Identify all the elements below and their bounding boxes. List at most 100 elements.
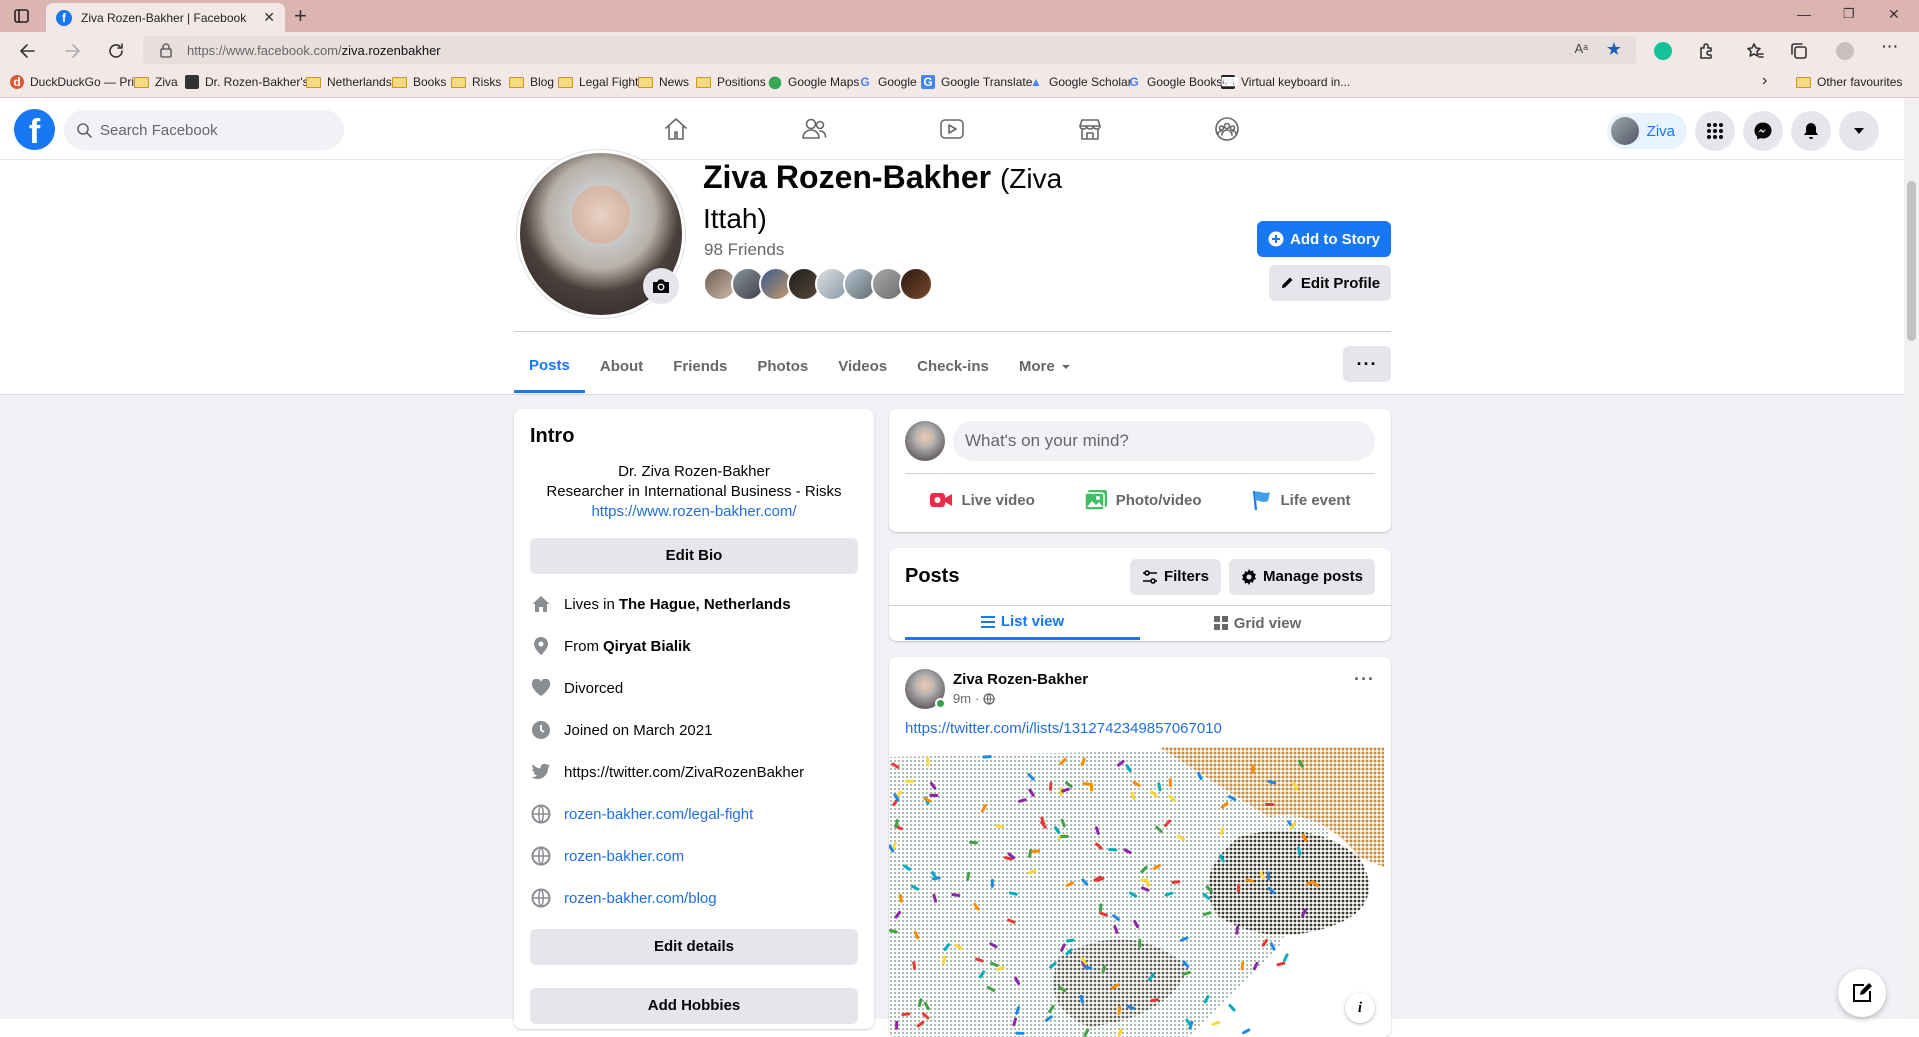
twitter-link[interactable]: https://twitter.com/ZivaRozenBakher <box>564 764 804 781</box>
page-scrollbar[interactable] <box>1904 98 1919 1019</box>
bookmark-label: Google Books <box>1147 75 1223 89</box>
notifications-bell-icon[interactable] <box>1791 111 1831 151</box>
avatar[interactable] <box>905 421 945 461</box>
post-image[interactable] <box>889 747 1391 1037</box>
camera-icon[interactable] <box>643 268 679 304</box>
forward-icon[interactable] <box>62 41 82 61</box>
tab-check-ins[interactable]: Check-ins <box>902 340 1004 393</box>
website-link[interactable]: rozen-bakher.com <box>564 848 684 865</box>
bookmark-item[interactable]: Dr. Rozen-Bakher's... <box>185 75 319 89</box>
home-icon[interactable] <box>662 115 690 143</box>
close-window-icon[interactable]: ✕ <box>1888 6 1900 23</box>
grid-icon <box>1213 616 1228 630</box>
url-field[interactable]: https://www.facebook.com/ziva.rozenbakhe… <box>143 36 1636 64</box>
list-view-tab[interactable]: List view <box>905 606 1140 640</box>
menu-grid-icon[interactable] <box>1695 111 1735 151</box>
watch-icon[interactable] <box>938 115 966 143</box>
browser-tab-bar: f Ziva Rozen-Bakher | Facebook ✕ + — ❐ ✕ <box>0 0 1919 32</box>
tab-actions-icon[interactable] <box>13 8 31 24</box>
bookmark-item[interactable]: G Google Translate <box>921 75 1032 89</box>
post-author[interactable]: Ziva Rozen-Bakher <box>953 671 1088 688</box>
bookmark-item[interactable]: News <box>638 75 689 89</box>
bookmark-item[interactable]: Risks <box>451 75 501 89</box>
bookmark-label: Netherlands <box>327 75 392 89</box>
account-dropdown-icon[interactable] <box>1839 111 1879 151</box>
edit-details-button[interactable]: Edit details <box>530 929 858 965</box>
browser-tab-active[interactable]: f Ziva Rozen-Bakher | Facebook ✕ <box>46 3 285 32</box>
favorite-star-icon[interactable]: ★ <box>1606 39 1622 60</box>
folder-icon <box>696 76 711 88</box>
extensions-icon[interactable] <box>1698 42 1716 60</box>
live-video-button[interactable]: Live video <box>919 480 1044 520</box>
globe-icon[interactable] <box>983 692 996 705</box>
minimize-icon[interactable]: — <box>1797 6 1811 22</box>
from-place[interactable]: Qiryat Bialik <box>603 638 691 655</box>
bookmark-item[interactable]: Legal Fight <box>558 75 638 89</box>
tab-videos[interactable]: Videos <box>823 340 902 393</box>
add-to-story-button[interactable]: Add to Story <box>1257 221 1391 257</box>
post-time[interactable]: 9m <box>953 691 971 706</box>
avatar[interactable] <box>905 669 946 709</box>
groups-icon[interactable] <box>1213 115 1241 143</box>
photo-video-button[interactable]: Photo/video <box>1074 480 1212 520</box>
header-right-controls: Ziva <box>1606 111 1879 151</box>
website-row: rozen-bakher.com/blog <box>530 877 858 919</box>
bookmark-item[interactable]: ▲ Google Scholar <box>1029 75 1132 89</box>
collections-icon[interactable] <box>1790 42 1808 60</box>
bookmarks-overflow-chevron-icon[interactable]: › <box>1762 72 1767 90</box>
bookmark-item[interactable]: ⬤ Google Maps <box>768 75 859 89</box>
tab-more[interactable]: More <box>1004 340 1086 393</box>
bookmark-item[interactable]: Books <box>392 75 446 89</box>
friends-count[interactable]: 98 Friends <box>704 240 784 260</box>
folder-icon <box>558 76 573 88</box>
marketplace-icon[interactable] <box>1076 115 1104 143</box>
friend-avatar[interactable] <box>899 267 933 301</box>
new-tab-button[interactable]: + <box>294 3 307 29</box>
tab-about[interactable]: About <box>585 340 658 393</box>
friends-icon[interactable] <box>800 115 828 143</box>
scrollbar-thumb[interactable] <box>1907 181 1916 341</box>
profile-chip[interactable]: Ziva <box>1606 113 1687 149</box>
restore-icon[interactable]: ❐ <box>1843 6 1855 22</box>
search-input[interactable] <box>100 121 300 139</box>
grid-view-tab[interactable]: Grid view <box>1140 606 1375 640</box>
refresh-icon[interactable] <box>106 41 126 61</box>
post-options-button[interactable]: ··· <box>1354 669 1375 690</box>
manage-posts-button[interactable]: Manage posts <box>1228 558 1375 595</box>
tab-photos[interactable]: Photos <box>742 340 823 393</box>
lives-in-place[interactable]: The Hague, Netherlands <box>619 596 791 613</box>
browser-profile-icon[interactable] <box>1836 42 1854 60</box>
bookmark-item[interactable]: Positions <box>696 75 766 89</box>
favorites-icon[interactable] <box>1746 42 1764 60</box>
tab-friends[interactable]: Friends <box>658 340 742 393</box>
bookmark-item[interactable]: Netherlands <box>306 75 392 89</box>
settings-menu-icon[interactable]: ··· <box>1882 38 1900 56</box>
bio-link[interactable]: https://www.rozen-bakher.com/ <box>591 503 796 520</box>
edit-profile-button[interactable]: Edit Profile <box>1269 265 1391 301</box>
close-tab-icon[interactable]: ✕ <box>263 9 275 26</box>
tab-posts[interactable]: Posts <box>514 340 585 393</box>
whats-on-your-mind-input[interactable]: What's on your mind? <box>953 421 1375 461</box>
filters-button[interactable]: Filters <box>1129 558 1221 595</box>
read-aloud-icon[interactable]: Aᵃ <box>1574 41 1588 56</box>
life-event-button[interactable]: Life event <box>1241 480 1361 520</box>
other-favourites[interactable]: Other favourites <box>1796 75 1902 89</box>
bookmark-item[interactable]: Ziva <box>134 75 178 89</box>
bookmark-item[interactable]: d DuckDuckGo — Pri... <box>10 75 144 89</box>
search-box[interactable] <box>64 110 344 150</box>
bookmark-item[interactable]: G Google <box>858 75 916 89</box>
messenger-icon[interactable] <box>1743 111 1783 151</box>
new-message-icon[interactable] <box>1838 969 1886 1017</box>
sprinkle <box>1015 1031 1025 1035</box>
facebook-logo-icon[interactable]: f <box>14 109 55 151</box>
bookmark-item[interactable]: G Google Books <box>1127 75 1222 89</box>
website-link[interactable]: rozen-bakher.com/blog <box>564 890 717 907</box>
profile-more-button[interactable]: ··· <box>1343 346 1391 382</box>
bookmark-item[interactable]: ⌨ Virtual keyboard in... <box>1221 75 1350 89</box>
back-icon[interactable] <box>18 41 38 61</box>
bookmark-item[interactable]: Blog <box>509 75 554 89</box>
edit-bio-button[interactable]: Edit Bio <box>530 538 858 574</box>
grammarly-icon[interactable] <box>1654 42 1672 60</box>
post-link[interactable]: https://twitter.com/i/lists/131274234985… <box>905 720 1222 737</box>
website-link[interactable]: rozen-bakher.com/legal-fight <box>564 806 753 823</box>
